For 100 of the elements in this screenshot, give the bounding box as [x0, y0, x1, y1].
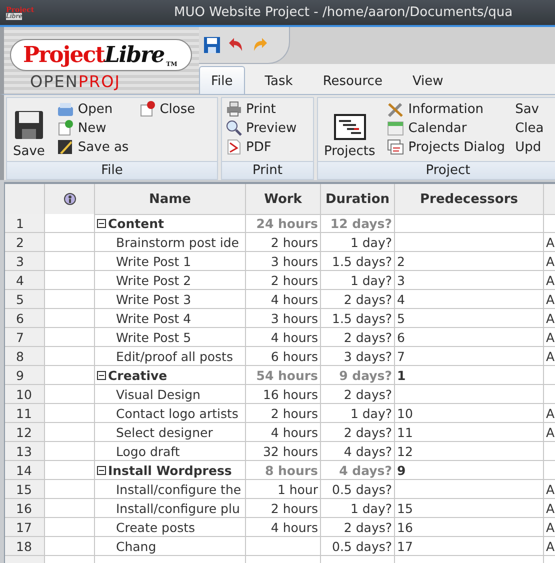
ribbon-button[interactable]: Close — [138, 100, 196, 118]
table-cell: 6 — [395, 328, 544, 347]
task-name: Write Post 3 — [116, 292, 192, 306]
row-number: 6 — [5, 309, 45, 328]
table-cell: A — [544, 499, 555, 518]
column-header[interactable]: Predecessors — [395, 184, 544, 215]
task-name: Visual Design — [116, 386, 200, 402]
task-name: Content — [108, 216, 164, 230]
ribbon-tab[interactable]: Task — [252, 66, 305, 95]
ribbon-button[interactable]: Calendar — [387, 119, 506, 137]
ribbon-button[interactable]: Print — [226, 100, 297, 118]
table-cell: 2 — [395, 252, 544, 271]
task-name: Write Post 1 — [116, 254, 192, 268]
table-cell: 2 hours — [246, 271, 321, 290]
task-name: Brainstorm post ide — [116, 234, 239, 250]
ribbon-button[interactable]: Save — [11, 100, 47, 161]
task-name: Install Wordpress — [108, 462, 232, 478]
table-cell: 2 days? — [321, 328, 395, 347]
close-document-icon — [138, 101, 156, 117]
table-cell: 1 day? — [321, 271, 395, 290]
column-header[interactable]: Work — [246, 184, 321, 215]
group-label: Print — [222, 161, 313, 179]
table-cell: 1 day? — [321, 233, 395, 252]
ribbon-tab[interactable]: File — [199, 66, 245, 95]
table-cell: A — [544, 290, 555, 309]
ribbon-tab[interactable]: View — [400, 66, 456, 95]
task-name: Create posts — [116, 520, 196, 534]
ribbon-button[interactable]: New — [56, 119, 129, 137]
row-number: 8 — [5, 347, 45, 366]
table-cell: 4 hours — [246, 290, 321, 309]
table-cell: A — [544, 233, 555, 252]
ribbon-button[interactable]: Preview — [226, 119, 297, 137]
new-document-icon — [56, 120, 74, 136]
ribbon-button[interactable]: Projects — [322, 100, 378, 161]
task-name: Write Post 5 — [116, 330, 192, 344]
ribbon-button[interactable]: Clea — [515, 119, 544, 137]
calendar-icon — [387, 120, 404, 136]
save-button[interactable] — [203, 36, 221, 54]
collapse-icon[interactable] — [97, 370, 106, 380]
ribbon-button[interactable]: PDF — [226, 138, 297, 156]
table-cell: A — [544, 518, 555, 537]
table-cell: 4 hours — [246, 518, 321, 537]
tools-icon — [387, 100, 404, 118]
save-as-icon — [56, 139, 74, 155]
ribbon-tab[interactable]: Resource — [310, 66, 394, 95]
task-name: Contact logo artists — [116, 406, 238, 420]
table-cell: 11 — [395, 423, 544, 442]
table-cell: 1 hour — [246, 480, 321, 499]
table-cell: 10 — [395, 404, 544, 423]
row-number: 14 — [5, 461, 45, 480]
row-number: 5 — [5, 290, 45, 309]
row-number: 3 — [5, 252, 45, 271]
table-cell: A — [544, 480, 555, 499]
ribbon-button[interactable]: Sav — [515, 100, 544, 118]
table-cell: A — [544, 271, 555, 290]
group-label: Project — [318, 161, 555, 179]
table-cell: 1 — [395, 366, 544, 385]
collapse-icon[interactable] — [97, 218, 106, 228]
table-cell: 4 — [395, 290, 544, 309]
row-number: 18 — [5, 537, 45, 556]
table-cell: 7 — [395, 347, 544, 366]
table-cell: 0.5 days? — [321, 480, 395, 499]
column-header[interactable]: Duration — [321, 184, 395, 215]
ribbon-button[interactable]: Information — [387, 100, 506, 118]
table-cell: 1 day? — [321, 499, 395, 518]
task-name: Chang — [116, 538, 156, 554]
row-number: 1 — [5, 214, 45, 233]
table-cell: 54 hours — [246, 366, 321, 385]
table-cell: 12 — [395, 442, 544, 461]
task-name: Creative — [108, 368, 168, 382]
projects-dialog-icon — [387, 139, 404, 155]
table-cell: 2 hours — [246, 233, 321, 252]
indicator-header[interactable] — [45, 184, 95, 215]
row-number: 16 — [5, 499, 45, 518]
task-name: Edit/proof all posts — [116, 348, 233, 364]
ribbon-button[interactable]: Upd — [515, 138, 544, 156]
table-cell: 8 hours — [246, 461, 321, 480]
collapse-icon[interactable] — [97, 466, 106, 474]
row-number: 12 — [5, 423, 45, 442]
ribbon-button[interactable]: Projects Dialog — [387, 138, 506, 156]
table-cell: 2 days? — [321, 290, 395, 309]
save-icon — [203, 36, 221, 54]
row-number: 15 — [5, 480, 45, 499]
row-number: 7 — [5, 328, 45, 347]
table-cell: 12 days? — [321, 214, 395, 233]
table-cell: 4 hours — [246, 328, 321, 347]
row-number: 13 — [5, 442, 45, 461]
magnifier-icon — [226, 120, 242, 136]
table-cell: 6 hours — [246, 347, 321, 366]
table-cell: 16 hours — [246, 385, 321, 404]
table-cell: 2 hours — [246, 499, 321, 518]
column-header[interactable]: Name — [95, 184, 246, 215]
table-cell: 3 days? — [321, 347, 395, 366]
ribbon-button[interactable]: Open — [56, 100, 129, 118]
ribbon-button[interactable]: Save as — [56, 138, 129, 156]
table-cell: A — [544, 347, 555, 366]
task-name: Logo draft — [116, 444, 180, 458]
table-cell: 16 — [395, 518, 544, 537]
save-icon — [14, 110, 44, 140]
table-cell: A — [544, 252, 555, 271]
